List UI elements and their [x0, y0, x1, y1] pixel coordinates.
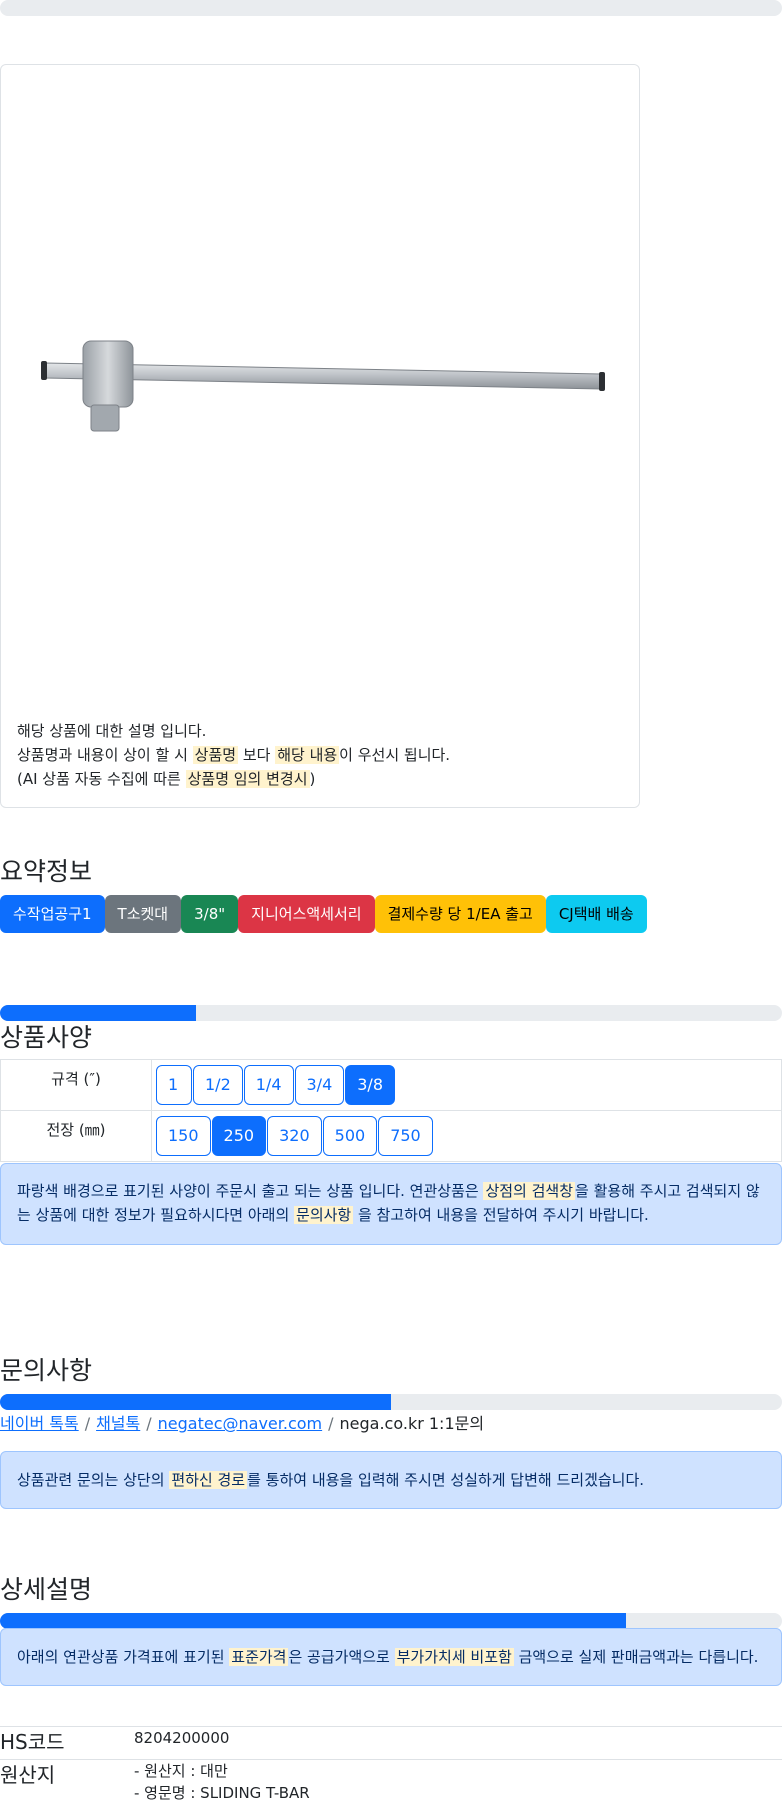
notice-text: 상품관련 문의는 상단의 [17, 1471, 170, 1489]
spec-table: 규격 (″) 1 1/2 1/4 3/4 3/8 전장 (㎜) 150 250 320 500… [0, 1059, 782, 1162]
origin-value: - 원산지 : 대만 - 영문명 : SLIDING T-BAR [134, 1760, 310, 1804]
notice-text: 이 우선시 됩니다. [339, 746, 451, 764]
spec-row-size: 규격 (″) 1 1/2 1/4 3/4 3/8 [0, 1059, 782, 1111]
image-notice-line1: 해당 상품에 대한 설명 입니다. [17, 722, 207, 740]
origin-label: 원산지 [0, 1763, 56, 1787]
size-option-button[interactable]: 1/4 [243, 1065, 294, 1105]
highlight: 편하신 경로 [169, 1471, 248, 1489]
length-options: 150 250 320 500 750 [156, 1116, 777, 1156]
summary-badge: 지니어스액세서리 [238, 895, 375, 933]
highlight: 상품명 임의 변경시 [185, 770, 310, 788]
channel-talk-link[interactable]: 채널톡 [96, 1414, 140, 1433]
product-image [41, 340, 605, 432]
length-option-button[interactable]: 750 [378, 1116, 433, 1156]
site-inquiry-text: nega.co.kr 1:1문의 [339, 1414, 485, 1433]
notice-text: (AI 상품 자동 수집에 따른 [17, 770, 186, 788]
highlight: 부가가치세 비포함 [394, 1648, 514, 1666]
product-image-card: 해당 상품에 대한 설명 입니다. 상품명과 내용이 상이 할 시 상품명 보다… [0, 64, 640, 808]
naver-talktalk-link[interactable]: 네이버 톡톡 [0, 1414, 79, 1433]
image-notice: 해당 상품에 대한 설명 입니다. 상품명과 내용이 상이 할 시 상품명 보다… [17, 719, 450, 791]
top-progress-bar [0, 0, 782, 16]
length-option-button[interactable]: 150 [156, 1116, 211, 1156]
notice-text: 는 상품에 대한 정보가 필요하시다면 아래의 [17, 1206, 295, 1224]
inquiry-links: 네이버 톡톡 / 채널톡 / negatec@naver.com / nega.co.kr … [0, 1410, 484, 1434]
highlight: 상품명 [192, 746, 239, 764]
summary-badges: 수작업공구1 T소켓대 3/8" 지니어스액세서리 결제수량 당 1/EA 출고 CJ택배… [0, 895, 647, 933]
origin-country: - 원산지 : 대만 [134, 1762, 228, 1780]
notice-text: 은 공급가액으로 [288, 1648, 395, 1666]
highlight: 상점의 검색창 [483, 1182, 576, 1200]
notice-text: 상품명과 내용이 상이 할 시 [17, 746, 193, 764]
notice-text: 보다 [238, 746, 276, 764]
summary-badge: T소켓대 [104, 895, 182, 933]
detail-title: 상세설명 [0, 1575, 93, 1604]
summary-badge: 결제수량 당 1/EA 출고 [374, 895, 546, 933]
spec-notice-line1: 파랑색 배경으로 표기된 사양이 주문시 출고 되는 상품 입니다. 연관상품은… [17, 1179, 765, 1203]
spec-progress-bar [0, 1005, 782, 1021]
spec-label-length: 전장 (㎜) [0, 1110, 152, 1162]
separator: / [328, 1414, 334, 1433]
notice-text: 아래의 연관상품 가격표에 표기된 [17, 1648, 230, 1666]
spec-notice: 파랑색 배경으로 표기된 사양이 주문시 출고 되는 상품 입니다. 연관상품은… [0, 1163, 782, 1245]
notice-text: 를 통하여 내용을 입력해 주시면 성실하게 답변해 드리겠습니다. [247, 1471, 645, 1489]
spec-notice-line2: 는 상품에 대한 정보가 필요하시다면 아래의 문의사항 을 참고하여 내용을 … [17, 1203, 765, 1227]
notice-text: 을 활용해 주시고 검색되지 않 [575, 1182, 760, 1200]
divider [0, 1726, 782, 1727]
image-notice-line3: (AI 상품 자동 수집에 따른 상품명 임의 변경시) [17, 767, 450, 791]
divider [0, 1759, 782, 1760]
notice-text: 을 참고하여 내용을 전달하여 주시기 바랍니다. [353, 1206, 649, 1224]
size-options: 1 1/2 1/4 3/4 3/8 [156, 1065, 777, 1105]
length-option-button[interactable]: 250 [211, 1116, 267, 1156]
detail-progress-bar [0, 1613, 782, 1629]
notice-text: 금액으로 실제 판매금액과는 다릅니다. [513, 1648, 759, 1666]
spec-row-length: 전장 (㎜) 150 250 320 500 750 [0, 1110, 782, 1162]
size-option-button[interactable]: 1/2 [193, 1065, 243, 1105]
hs-code-value: 8204200000 [134, 1729, 230, 1747]
image-notice-line2: 상품명과 내용이 상이 할 시 상품명 보다 해당 내용 이 우선시 됩니다. [17, 743, 450, 767]
inquiry-title: 문의사항 [0, 1356, 93, 1385]
length-option-button[interactable]: 500 [322, 1116, 378, 1156]
inquiry-progress-fill [0, 1394, 391, 1410]
spec-label-size: 규격 (″) [0, 1059, 152, 1111]
summary-title: 요약정보 [0, 857, 93, 886]
separator: / [146, 1414, 152, 1433]
highlight: 문의사항 [294, 1206, 354, 1224]
spec-title: 상품사양 [0, 1023, 93, 1052]
email-link[interactable]: negatec@naver.com [158, 1414, 322, 1433]
summary-badge: 수작업공구1 [0, 895, 105, 933]
inquiry-progress-bar [0, 1394, 782, 1410]
summary-badge: 3/8" [181, 895, 239, 933]
notice-text: ) [309, 770, 316, 788]
highlight: 해당 내용 [275, 746, 340, 764]
hs-code-label: HS코드 [0, 1730, 65, 1754]
inquiry-notice: 상품관련 문의는 상단의 편하신 경로 를 통하여 내용을 입력해 주시면 성실하… [0, 1451, 782, 1509]
highlight: 표준가격 [229, 1648, 289, 1666]
size-option-button[interactable]: 3/4 [294, 1065, 345, 1105]
detail-progress-fill [0, 1613, 626, 1629]
size-option-button[interactable]: 1 [156, 1065, 192, 1105]
origin-english-name: - 영문명 : SLIDING T-BAR [134, 1784, 310, 1802]
size-option-button[interactable]: 3/8 [345, 1065, 395, 1105]
detail-notice: 아래의 연관상품 가격표에 표기된 표준가격 은 공급가액으로 부가가치세 비포함… [0, 1628, 782, 1686]
separator: / [84, 1414, 91, 1433]
length-option-button[interactable]: 320 [267, 1116, 322, 1156]
notice-text: 파랑색 배경으로 표기된 사양이 주문시 출고 되는 상품 입니다. 연관상품은 [17, 1182, 484, 1200]
summary-badge: CJ택배 배송 [545, 895, 647, 933]
